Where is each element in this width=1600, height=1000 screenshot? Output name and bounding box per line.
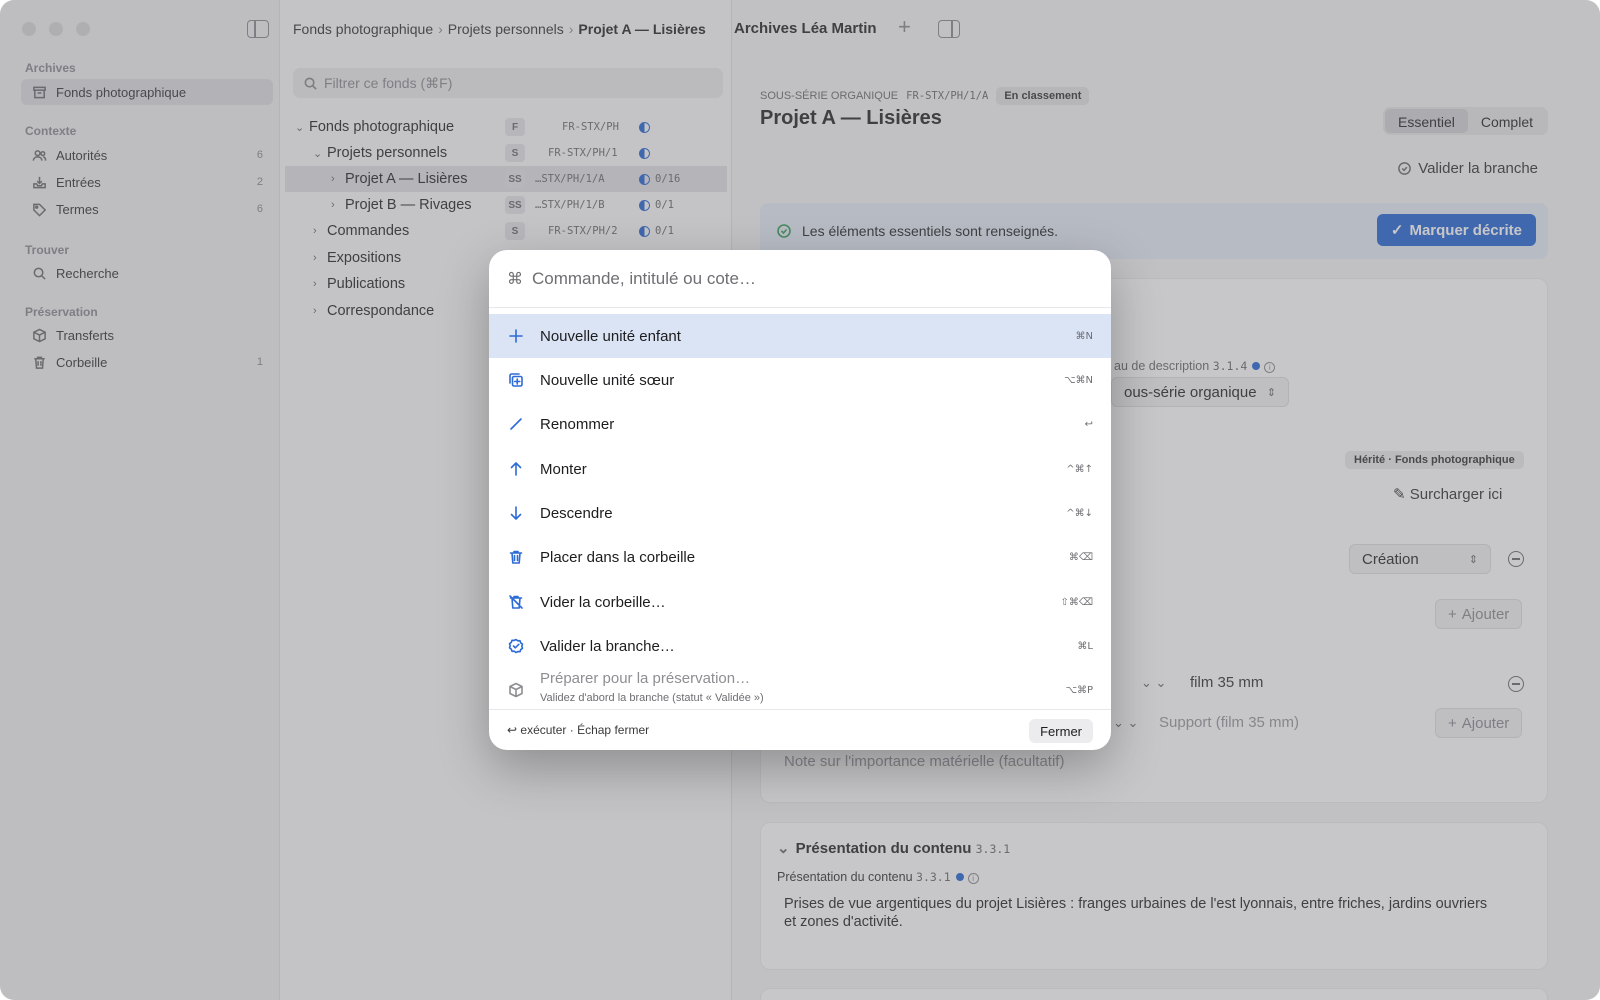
shortcut: ^⌘↓ <box>1066 507 1093 519</box>
command-new-child[interactable]: Nouvelle unité enfant ⌘N <box>489 314 1111 358</box>
shortcut: ⌘N <box>1075 330 1093 342</box>
command-label: Valider la branche… <box>540 637 675 655</box>
plus-icon <box>508 328 524 344</box>
command-trash[interactable]: Placer dans la corbeille ⌘⌫ <box>489 535 1111 579</box>
shortcut: ⇧⌘⌫ <box>1060 596 1093 608</box>
command-empty-trash[interactable]: Vider la corbeille… ⇧⌘⌫ <box>489 580 1111 624</box>
command-move-up[interactable]: Monter ^⌘↑ <box>489 447 1111 491</box>
palette-search: ⌘ <box>489 250 1111 308</box>
footer-hint: ↩ exécuter · Échap fermer <box>507 723 650 737</box>
shortcut: ⌥⌘N <box>1063 374 1093 386</box>
command-validate-branch[interactable]: Valider la branche… ⌘L <box>489 624 1111 668</box>
duplicate-plus-icon <box>508 372 524 388</box>
trash-slash-icon <box>508 594 524 610</box>
command-label: Nouvelle unité enfant <box>540 327 681 345</box>
checkmark-seal-icon <box>508 638 524 654</box>
arrow-down-icon <box>508 505 524 521</box>
command-label: Vider la corbeille… <box>540 593 666 611</box>
command-key-icon: ⌘ <box>507 270 523 288</box>
shortcut: ↩ <box>1084 418 1093 430</box>
palette-footer: ↩ exécuter · Échap fermer Fermer <box>489 709 1111 750</box>
trash-icon <box>508 549 524 565</box>
app-window: Archives Fonds photographique Contexte A… <box>0 0 1600 1000</box>
shortcut: ⌘L <box>1077 640 1093 652</box>
package-icon <box>508 682 524 698</box>
command-new-sibling[interactable]: Nouvelle unité sœur ⌥⌘N <box>489 358 1111 402</box>
command-prepare-preservation: Préparer pour la préservation… Validez d… <box>489 668 1111 712</box>
command-rename[interactable]: Renommer ↩ <box>489 402 1111 446</box>
command-palette: ⌘ Nouvelle unité enfant ⌘N Nouvelle unit… <box>489 250 1111 750</box>
arrow-up-icon <box>508 461 524 477</box>
shortcut: ^⌘↑ <box>1066 463 1093 475</box>
command-label: Placer dans la corbeille <box>540 548 696 566</box>
pencil-icon <box>508 416 524 432</box>
command-label: Monter <box>540 460 587 478</box>
command-sublabel: Validez d'abord la branche (statut « Val… <box>540 692 764 704</box>
command-label: Préparer pour la préservation… <box>540 670 751 687</box>
command-search-input[interactable] <box>532 268 1072 289</box>
command-label: Descendre <box>540 504 613 522</box>
command-label: Nouvelle unité sœur <box>540 371 675 389</box>
shortcut: ⌘⌫ <box>1068 551 1093 563</box>
command-label-wrap: Préparer pour la préservation… <box>540 670 750 688</box>
close-button[interactable]: Fermer <box>1029 719 1093 743</box>
command-move-down[interactable]: Descendre ^⌘↓ <box>489 491 1111 535</box>
command-label: Renommer <box>540 415 615 433</box>
shortcut: ⌥⌘P <box>1065 684 1093 696</box>
